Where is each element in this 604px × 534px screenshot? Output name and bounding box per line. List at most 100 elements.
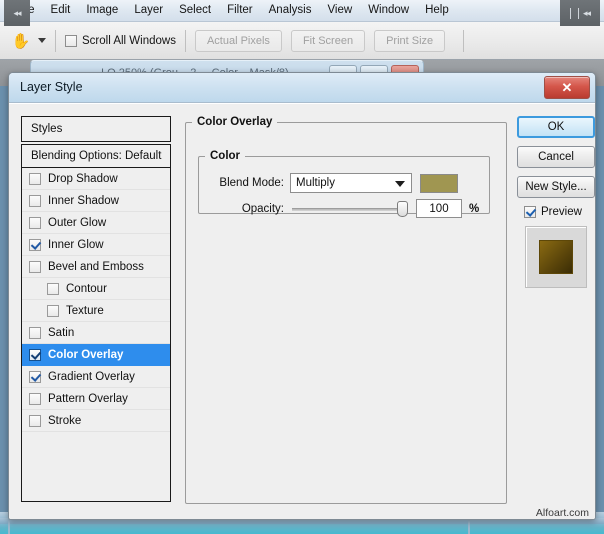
menu-item-filter[interactable]: Filter	[219, 3, 261, 18]
inner-shadow-checkbox[interactable]	[29, 195, 41, 207]
menu-item-help[interactable]: Help	[417, 3, 457, 18]
list-item-label: Gradient Overlay	[48, 371, 135, 383]
color-overlay-group-title: Color Overlay	[192, 116, 277, 128]
chevron-down-icon	[395, 181, 405, 187]
collapse-panels-left-icon[interactable]: ◂◂	[4, 0, 30, 26]
list-item-label: Inner Shadow	[48, 195, 119, 207]
contour-checkbox[interactable]	[47, 283, 59, 295]
satin-checkbox[interactable]	[29, 327, 41, 339]
list-item-blending-options[interactable]: Blending Options: Default	[22, 145, 170, 168]
settings-column: Color Overlay Color Blend Mode: Multiply	[185, 116, 507, 504]
opacity-input[interactable]: 100	[416, 199, 462, 218]
collapse-panels-right-icon[interactable]: ◂◂	[560, 0, 600, 26]
dialog-close-button[interactable]: ✕	[544, 76, 590, 99]
photoshop-app-window: File Edit Image Layer Select Filter Anal…	[0, 0, 604, 534]
styles-list[interactable]: Blending Options: Default Drop Shadow In…	[21, 144, 171, 502]
preview-checkbox[interactable]: Preview	[524, 206, 596, 218]
dialog-title: Layer Style	[20, 80, 83, 94]
list-item-label: Texture	[66, 305, 104, 317]
dialog-title-bar: Layer Style ✕	[9, 73, 595, 103]
pattern-overlay-checkbox[interactable]	[29, 393, 41, 405]
checkbox-box-icon	[524, 206, 536, 218]
opacity-slider[interactable]	[290, 200, 408, 218]
list-item-drop-shadow[interactable]: Drop Shadow	[22, 168, 170, 190]
list-item-pattern-overlay[interactable]: Pattern Overlay	[22, 388, 170, 410]
stroke-checkbox[interactable]	[29, 415, 41, 427]
tool-preset-chevron-down-icon[interactable]	[38, 38, 46, 43]
menu-item-edit[interactable]: Edit	[43, 3, 79, 18]
scroll-all-windows-label: Scroll All Windows	[82, 35, 176, 47]
preview-label: Preview	[541, 206, 582, 218]
list-item-inner-glow[interactable]: Inner Glow	[22, 234, 170, 256]
tool-options-bar: ✋ Scroll All Windows Actual Pixels Fit S…	[0, 22, 604, 60]
preview-swatch	[539, 240, 573, 274]
list-item-contour[interactable]: Contour	[22, 278, 170, 300]
opacity-unit: %	[469, 203, 479, 215]
dialog-body: Styles Blending Options: Default Drop Sh…	[9, 103, 595, 520]
preview-thumbnail	[525, 226, 587, 288]
divider	[55, 30, 56, 52]
list-empty-area	[22, 432, 170, 502]
color-subgroup: Color Blend Mode: Multiply Opacity:	[198, 150, 490, 214]
cancel-button[interactable]: Cancel	[517, 146, 595, 168]
dialog-actions-column: OK Cancel New Style... Preview	[517, 116, 596, 504]
panel-grip-icon	[570, 8, 579, 19]
gradient-overlay-checkbox[interactable]	[29, 371, 41, 383]
actual-pixels-button[interactable]: Actual Pixels	[195, 30, 282, 52]
outer-glow-checkbox[interactable]	[29, 217, 41, 229]
ok-button[interactable]: OK	[517, 116, 595, 138]
styles-header[interactable]: Styles	[21, 116, 171, 142]
list-item-label: Inner Glow	[48, 239, 104, 251]
menu-item-layer[interactable]: Layer	[126, 3, 171, 18]
menu-item-select[interactable]: Select	[171, 3, 219, 18]
menu-bar: File Edit Image Layer Select Filter Anal…	[0, 0, 604, 22]
hand-tool-icon[interactable]: ✋	[8, 29, 34, 53]
overlay-color-swatch[interactable]	[420, 174, 458, 193]
list-item-stroke[interactable]: Stroke	[22, 410, 170, 432]
print-size-button[interactable]: Print Size	[374, 30, 445, 52]
scroll-all-windows-checkbox[interactable]: Scroll All Windows	[65, 35, 176, 47]
styles-column: Styles Blending Options: Default Drop Sh…	[21, 116, 171, 504]
list-item-label: Satin	[48, 327, 74, 339]
list-item-gradient-overlay[interactable]: Gradient Overlay	[22, 366, 170, 388]
list-item-label: Pattern Overlay	[48, 393, 128, 405]
texture-checkbox[interactable]	[47, 305, 59, 317]
list-item-outer-glow[interactable]: Outer Glow	[22, 212, 170, 234]
list-item-satin[interactable]: Satin	[22, 322, 170, 344]
bevel-and-emboss-checkbox[interactable]	[29, 261, 41, 273]
list-item-label: Stroke	[48, 415, 81, 427]
color-overlay-group: Color Overlay Color Blend Mode: Multiply	[185, 116, 507, 504]
list-item-color-overlay[interactable]: Color Overlay	[22, 344, 170, 366]
new-style-button[interactable]: New Style...	[517, 176, 595, 198]
slider-thumb[interactable]	[397, 201, 408, 217]
list-item-label: Contour	[66, 283, 107, 295]
menu-item-window[interactable]: Window	[360, 3, 417, 18]
color-overlay-checkbox[interactable]	[29, 349, 41, 361]
menu-item-image[interactable]: Image	[78, 3, 126, 18]
blend-mode-label: Blend Mode:	[199, 177, 290, 189]
list-item-label: Outer Glow	[48, 217, 106, 229]
inner-glow-checkbox[interactable]	[29, 239, 41, 251]
hand-tool-glyph: ✋	[12, 32, 31, 50]
slider-track	[292, 208, 406, 211]
list-item-label: Color Overlay	[48, 349, 123, 361]
menu-item-view[interactable]: View	[319, 3, 360, 18]
close-icon: ✕	[562, 80, 573, 96]
checkbox-box-icon	[65, 35, 77, 47]
list-item-bevel-and-emboss[interactable]: Bevel and Emboss	[22, 256, 170, 278]
opacity-label: Opacity:	[199, 203, 290, 215]
color-subgroup-title: Color	[205, 150, 245, 162]
blend-mode-select[interactable]: Multiply	[290, 173, 412, 193]
list-item-texture[interactable]: Texture	[22, 300, 170, 322]
divider	[185, 30, 186, 52]
fit-screen-button[interactable]: Fit Screen	[291, 30, 365, 52]
list-item-label: Bevel and Emboss	[48, 261, 144, 273]
watermark: Alfoart.com	[536, 507, 589, 519]
blend-mode-row: Blend Mode: Multiply	[199, 173, 489, 193]
blend-mode-value: Multiply	[296, 177, 335, 189]
menu-item-analysis[interactable]: Analysis	[261, 3, 320, 18]
drop-shadow-checkbox[interactable]	[29, 173, 41, 185]
list-item-inner-shadow[interactable]: Inner Shadow	[22, 190, 170, 212]
layer-style-dialog: Layer Style ✕ Styles Blending Options: D…	[8, 72, 596, 520]
opacity-row: Opacity: 100 %	[199, 199, 489, 218]
